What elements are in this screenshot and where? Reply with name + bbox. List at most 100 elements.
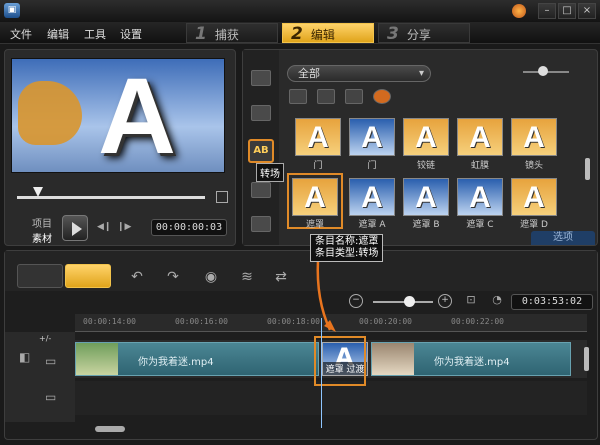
library-scrollbar[interactable] (585, 158, 590, 180)
timeline-zoom-knob[interactable] (404, 296, 415, 307)
step-label: 编辑 (310, 28, 335, 42)
thumb-label: 遮罩 C (466, 220, 494, 230)
zoom-in-icon[interactable]: + (438, 294, 452, 308)
video-track-icon: ▭ (45, 354, 57, 368)
options-button[interactable]: 选项 (531, 231, 595, 245)
maximize-icon[interactable]: □ (558, 3, 576, 19)
time-ruler[interactable]: 00:00:14:00 00:00:16:00 00:00:18:00 00:0… (75, 314, 587, 332)
add-favorite-icon[interactable] (289, 89, 307, 104)
track-manager-icon[interactable]: ◧ (19, 350, 30, 364)
auto-music-icon[interactable]: ⇄ (271, 269, 291, 287)
menu-edit[interactable]: 编辑 (47, 26, 69, 42)
thumb-label: 虹膜 (470, 161, 489, 171)
library-sidebar: AB (243, 50, 279, 245)
apply-transition-icon[interactable] (317, 89, 335, 104)
tab-edit[interactable]: 2 编辑 (282, 23, 374, 44)
menu-file[interactable]: 文件 (10, 26, 32, 42)
prev-frame-icon[interactable]: ◀❙ (97, 222, 111, 234)
overlay-track (75, 381, 587, 415)
thumb-door-2[interactable]: A (349, 118, 395, 156)
tooltip-transition: 转场 (256, 163, 284, 182)
clock-icon: ◔ (492, 293, 502, 306)
playhead[interactable] (321, 318, 322, 428)
clip-label: 你为我着迷.mp4 (434, 357, 510, 368)
zoom-out-icon[interactable]: − (349, 294, 363, 308)
tab-share[interactable]: 3 分享 (378, 23, 470, 44)
next-frame-icon[interactable]: ❙▶ (117, 222, 131, 234)
record-capture-icon[interactable]: ◉ (201, 269, 221, 287)
scrubber-track[interactable] (17, 196, 205, 199)
storyboard-view-button[interactable] (17, 264, 63, 288)
category-select[interactable]: 全部 (287, 65, 431, 82)
thumb-label: 遮罩 (305, 220, 324, 230)
window-controls: – □ × (538, 3, 596, 19)
thumb-label: 遮罩 B (412, 220, 440, 230)
thumb-lens[interactable]: A (511, 118, 557, 156)
timeline-toolbar: ↶ ↷ ◉ ≋ ⇄ (5, 251, 597, 291)
media-icon[interactable] (251, 70, 271, 86)
menu-settings[interactable]: 设置 (120, 26, 142, 42)
mode-project-label[interactable]: 项目 (32, 215, 52, 230)
preview-letter: A (98, 58, 176, 173)
timeline-panel: ↶ ↷ ◉ ≋ ⇄ − + ⊡ ◔ 0:03:53:02 00:00:14:00… (4, 250, 598, 440)
preview-image (18, 81, 82, 145)
thumb-mask-b[interactable]: A (403, 178, 449, 216)
step-number: 3 (387, 24, 399, 44)
library-panel: AB 转场 全部 A A A A A 门 门 铰链 虹膜 镜头 A A A A … (242, 49, 598, 262)
preview-screen: A (11, 58, 225, 173)
thumb-label: 门 (367, 161, 377, 171)
clip-thumbnail (372, 343, 414, 375)
preview-panel: A 项目 素材 ◀❙ ❙▶ 00:00:00:03 (4, 49, 236, 246)
ruler-tick-label: 00:00:14:00 (83, 317, 136, 326)
ruler-tick-label: 00:00:16:00 (175, 317, 228, 326)
step-label: 捕获 (214, 28, 239, 42)
thumb-iris[interactable]: A (457, 118, 503, 156)
timeline-horizontal-scrollbar[interactable] (95, 426, 125, 432)
overlay-track-icon: ▭ (45, 390, 57, 404)
menu-tools[interactable]: 工具 (84, 26, 106, 42)
thumb-label: 铰链 (416, 161, 435, 171)
expand-preview-icon[interactable] (216, 191, 228, 203)
timeline-view-button[interactable] (65, 264, 111, 288)
app-logo-icon: ▣ (4, 3, 20, 18)
ruler-tick-label: 00:00:20:00 (359, 317, 412, 326)
step-number: 2 (291, 24, 303, 44)
video-clip[interactable]: 你为我着迷.mp4 (75, 342, 319, 376)
ruler-tick-label: 00:00:18:00 (267, 317, 320, 326)
thumb-hinge[interactable]: A (403, 118, 449, 156)
undo-icon[interactable]: ↶ (127, 269, 147, 287)
fit-project-icon[interactable]: ⊡ (461, 293, 481, 311)
transition-icon[interactable]: AB (248, 139, 274, 163)
filter-icon[interactable] (251, 216, 271, 232)
thumb-door[interactable]: A (295, 118, 341, 156)
transition-settings-icon[interactable] (373, 89, 391, 104)
thumb-mask-c[interactable]: A (457, 178, 503, 216)
clip-thumbnail (76, 343, 118, 375)
tab-capture[interactable]: 1 捕获 (186, 23, 278, 44)
thumb-label: 镜头 (524, 161, 543, 171)
redo-icon[interactable]: ↷ (163, 269, 183, 287)
close-icon[interactable]: × (578, 3, 596, 19)
minimize-icon[interactable]: – (538, 3, 556, 19)
title-icon[interactable] (251, 182, 271, 198)
ruler-tick-label: 00:00:22:00 (451, 317, 504, 326)
tooltip-effect: 条目名称:遮罩 条目类型:转场 (310, 234, 384, 262)
thumb-mask-d[interactable]: A (511, 178, 557, 216)
audio-mixer-icon[interactable]: ≋ (237, 269, 257, 287)
play-button[interactable] (62, 215, 88, 241)
apply-random-icon[interactable] (345, 89, 363, 104)
step-number: 1 (195, 24, 207, 44)
instant-project-icon[interactable] (251, 105, 271, 121)
thumb-mask[interactable]: A (292, 178, 338, 216)
timeline-zoom-slider[interactable] (373, 301, 433, 303)
thumb-mask-a[interactable]: A (349, 178, 395, 216)
video-clip[interactable]: 你为我着迷.mp4 (371, 342, 571, 376)
mode-clip-label[interactable]: 素材 (32, 230, 52, 245)
step-label: 分享 (406, 28, 431, 42)
timecode-display[interactable]: 00:00:00:03 (151, 219, 227, 236)
title-bar: ▣ – □ × (0, 0, 600, 22)
add-remove-tracks[interactable]: +/- (39, 334, 51, 343)
timeline-vertical-scrollbar[interactable] (584, 347, 589, 371)
thumb-size-knob[interactable] (538, 66, 548, 76)
brand-badge-icon[interactable] (512, 4, 526, 18)
